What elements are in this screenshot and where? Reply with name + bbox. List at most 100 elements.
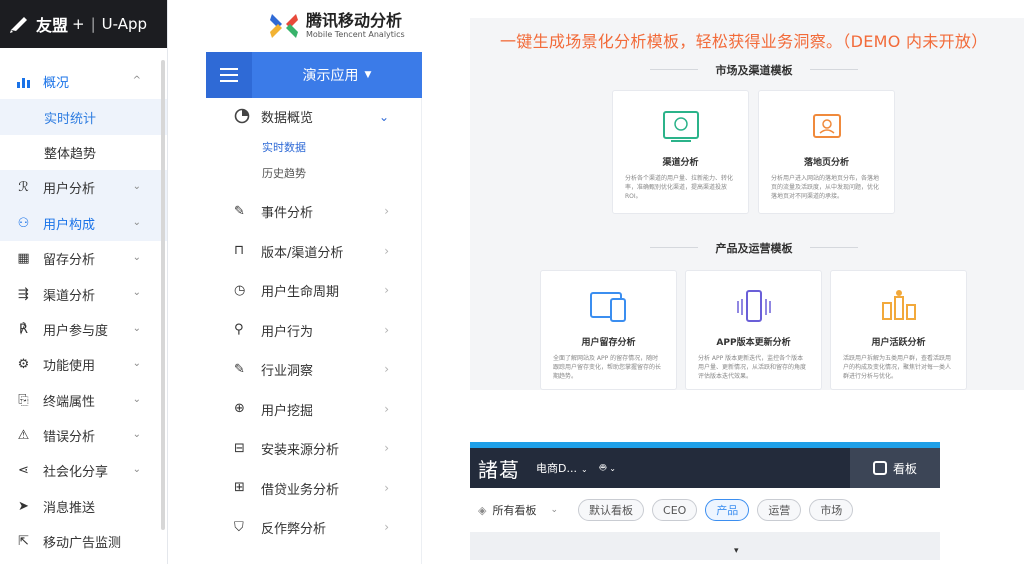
umeng-brand: 友盟 — [36, 16, 69, 35]
sidebar-item-label: 留存分析 — [43, 253, 96, 269]
chevron-down-icon: ⌄ — [132, 322, 141, 334]
tencent-title: 腾讯移动分析 — [306, 11, 403, 30]
chevron-down-icon: ⌄ — [132, 287, 141, 299]
section-title-market: 市场及渠道模板 — [650, 62, 858, 78]
umeng-sidebar: 友盟 + | U-App 概况 ^ 实时统计 整体趋势 ℛ 用户分析 ⌄ ⚇ 用… — [0, 0, 168, 564]
chevron-right-icon: › — [384, 283, 389, 297]
sidebar-item-label: 整体趋势 — [44, 146, 97, 162]
menu-lifecycle[interactable]: ◷ 用户生命周期 › — [206, 271, 421, 311]
channel-analysis-icon — [662, 111, 699, 142]
zhuge-header: 諸葛 电商D... ⌄ 🤖︎ ⌄ 看板 — [470, 448, 940, 488]
chip-market[interactable]: 市场 — [809, 499, 854, 521]
sidebar-item-label: 渠道分析 — [43, 288, 96, 304]
sidebar-item-ad-monitor[interactable]: ⇱ 移动广告监测 — [0, 524, 167, 559]
sidebar-scrollbar[interactable] — [161, 60, 165, 530]
template-headline: 一键生成场景化分析模板，轻松获得业务洞察。（DEMO 内未开放） — [500, 32, 988, 51]
sidebar-item-feature-usage[interactable]: ⚙ 功能使用 ⌄ — [0, 347, 167, 382]
drag-handle-icon[interactable]: ▾ — [734, 546, 739, 556]
chevron-down-icon: ⌄ — [132, 464, 141, 476]
sidebar-item-overview[interactable]: 概况 ^ — [0, 64, 167, 99]
tencent-subtitle: Mobile Tencent Analytics — [306, 30, 405, 39]
chip-operations[interactable]: 运营 — [757, 499, 802, 521]
template-card[interactable]: 渠道分析 分析各个渠道的用户量、拉新能力、转化率，准确甄别优化渠道，提高渠道投放… — [612, 90, 749, 214]
menu-event-analysis[interactable]: ✎ 事件分析 › — [206, 192, 421, 232]
chevron-down-icon: ⌄ — [132, 181, 141, 193]
engagement-icon: ℟ — [19, 321, 28, 337]
menu-label: 反作弊分析 — [261, 522, 327, 538]
menu-version-channel[interactable]: ⊓ 版本/渠道分析 › — [206, 232, 421, 272]
warning-icon: ⚠ — [17, 428, 30, 444]
section-title-product: 产品及运营模板 — [650, 240, 858, 256]
sidebar-item-share[interactable]: ⋖ 社会化分享 ⌄ — [0, 453, 167, 488]
card-desc: 分析各个渠道的用户量、拉新能力、转化率，准确甄别优化渠道，提高渠道投放ROI。 — [625, 175, 734, 200]
android-icon: 🤖︎ — [599, 460, 607, 474]
menu-user-mining[interactable]: ⊕ 用户挖掘 › — [206, 390, 421, 430]
menu-industry-insight[interactable]: ✎ 行业洞察 › — [206, 350, 421, 390]
chevron-up-icon: ^ — [132, 75, 141, 86]
sidebar-item-label: 错误分析 — [43, 430, 96, 446]
menu-install-source[interactable]: ⊟ 安装来源分析 › — [206, 429, 421, 469]
menu-label: 用户生命周期 — [261, 285, 340, 301]
users-icon: ⚇ — [17, 215, 30, 231]
sidebar-item-retention[interactable]: ▦ 留存分析 ⌄ — [0, 241, 167, 276]
sidebar-item-trend[interactable]: 整体趋势 — [0, 135, 167, 170]
chevron-down-icon: ⌄ — [132, 216, 141, 228]
pie-chart-icon — [234, 108, 250, 124]
template-card[interactable]: 用户留存分析 全面了解网站及 APP 的留存情况，随时跟踪用户留存变化，帮助您掌… — [540, 270, 677, 390]
chip-default-board[interactable]: 默认看板 — [578, 499, 645, 521]
tencent-sidebar: 腾讯移动分析 Mobile Tencent Analytics 演示应用 ▼ 数… — [206, 0, 422, 564]
sidebar-item-errors[interactable]: ⚠ 错误分析 ⌄ — [0, 418, 167, 453]
chevron-down-icon: ⌄ — [132, 428, 141, 440]
umeng-header: 友盟 + | U-App — [0, 0, 167, 48]
card-desc: 分析用户进入网站的落地页分布，各落地页的流量及活跃度，从中发现问题，优化落地页对… — [771, 175, 880, 200]
card-title: 用户留存分析 — [581, 338, 636, 348]
active-users-icon — [881, 290, 916, 320]
chip-product[interactable]: 产品 — [705, 499, 750, 521]
menu-anti-fraud[interactable]: ⛉ 反作弊分析 › — [206, 508, 421, 548]
menu-sub-realtime[interactable]: 实时数据 — [206, 134, 421, 160]
card-desc: 分析 APP 版本更新迭代，监控各个版本用户量、更新情况，从活跃和留存的角度评估… — [698, 355, 807, 380]
menu-loan-analysis[interactable]: ⊞ 借贷业务分析 › — [206, 469, 421, 509]
layers-icon: ◈ — [478, 503, 487, 517]
loan-icon: ⊞ — [234, 480, 245, 496]
sidebar-item-label: 实时统计 — [44, 111, 97, 127]
device-icon: ⎘ — [18, 392, 29, 408]
sidebar-item-user-composition[interactable]: ⚇ 用户构成 ⌄ — [0, 205, 167, 241]
caret-down-icon: ▼ — [364, 70, 372, 80]
sidebar-item-push[interactable]: ➤ 消息推送 — [0, 489, 167, 524]
menu-user-behavior[interactable]: ⚲ 用户行为 › — [206, 311, 421, 351]
project-selector[interactable]: 电商D... ⌄ — [536, 460, 588, 476]
template-card[interactable]: 用户活跃分析 活跃用户拆解为五类用户群，查看活跃用户的构成及变化情况，聚焦针对每… — [830, 270, 967, 390]
menu-label: 事件分析 — [261, 206, 314, 222]
tencent-x-logo-icon — [270, 14, 298, 38]
sidebar-item-channel[interactable]: ⇶ 渠道分析 ⌄ — [0, 276, 167, 311]
template-card[interactable]: APP版本更新分析 分析 APP 版本更新迭代，监控各个版本用户量、更新情况，从… — [685, 270, 822, 390]
chip-ceo[interactable]: CEO — [652, 499, 698, 521]
menu-sub-history[interactable]: 历史趋势 — [206, 160, 421, 186]
sidebar-item-engagement[interactable]: ℟ 用户参与度 ⌄ — [0, 312, 167, 347]
board-button[interactable]: 看板 — [850, 448, 940, 488]
chevron-down-icon: ⌄ — [132, 393, 141, 405]
card-title: 用户活跃分析 — [871, 338, 926, 348]
clock-icon: ◷ — [234, 282, 246, 298]
all-boards-dropdown[interactable]: ◈ 所有看板 ⌄ — [478, 502, 558, 518]
chevron-right-icon: › — [384, 480, 389, 495]
sidebar-item-label: 社会化分享 — [43, 465, 109, 481]
sidebar-item-realtime[interactable]: 实时统计 — [0, 99, 167, 135]
sidebar-item-device[interactable]: ⎘ 终端属性 ⌄ — [0, 383, 167, 418]
project-name: 电商D... — [536, 462, 577, 475]
hamburger-icon[interactable] — [206, 52, 252, 98]
board-tabs: ◈ 所有看板 ⌄ 默认看板 CEO 产品 运营 市场 — [470, 488, 940, 532]
sidebar-item-user-analysis[interactable]: ℛ 用户分析 ⌄ — [0, 170, 167, 206]
menu-data-overview[interactable]: 数据概览 ⌄ — [206, 98, 421, 134]
sidebar-item-label: 功能使用 — [43, 359, 96, 375]
template-card[interactable]: 落地页分析 分析用户进入网站的落地页分布，各落地页的流量及活跃度，从中发现问题，… — [758, 90, 895, 214]
sidebar-item-label: 消息推送 — [43, 500, 96, 516]
board-button-label: 看板 — [892, 461, 917, 476]
screen-icon: ⊟ — [234, 440, 245, 456]
app-selector[interactable]: 演示应用 ▼ — [252, 52, 422, 98]
calendar-icon: ▦ — [17, 251, 30, 267]
app-version-icon — [736, 290, 771, 322]
sidebar-item-label: 终端属性 — [43, 394, 96, 410]
android-platform-selector[interactable]: 🤖︎ ⌄ — [600, 461, 616, 476]
